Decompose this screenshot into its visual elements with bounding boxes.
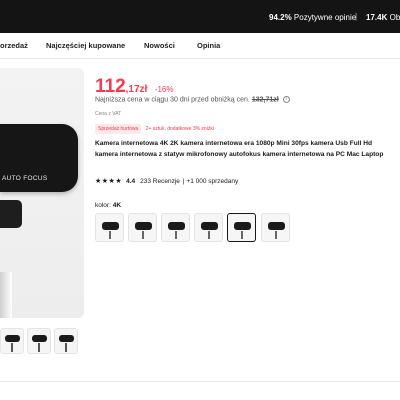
color-option[interactable] — [161, 213, 190, 242]
store-header-bar: 94.2% Pozytywne opinie | 17.4K Obs — [0, 0, 400, 33]
gallery-thumbnail[interactable] — [0, 328, 24, 354]
gallery-thumbnail[interactable] — [27, 328, 51, 354]
tab-sales[interactable]: orzedaż — [0, 41, 28, 50]
followers-stat: 17.4K Obs — [366, 13, 400, 22]
webcam-stand-graphic — [0, 272, 12, 318]
lowest-price-value: 132,71zł — [251, 96, 279, 104]
reviews-link[interactable]: 233 Recenzje — [140, 178, 180, 185]
color-label: kolor: 4K — [95, 202, 121, 209]
wholesale-badge: Sprzedaż hurtowa — [95, 124, 142, 134]
wholesale-row: Sprzedaż hurtowa 2+ sztuk, dodatkowe 3% … — [95, 124, 214, 134]
wholesale-info: 2+ sztuk, dodatkowe 3% zniżki — [145, 126, 214, 132]
webcam-mount-graphic — [0, 200, 22, 228]
color-option[interactable] — [227, 213, 256, 242]
gallery-thumbnail[interactable] — [54, 328, 78, 354]
section-divider — [0, 381, 400, 382]
lowest-price-info: Najniższa cena w ciągu 30 dni przed obni… — [95, 96, 290, 103]
main-product-image[interactable]: AUTO FOCUS — [0, 68, 84, 318]
price-main: 112 — [95, 76, 126, 97]
followers-value: 17.4K — [366, 13, 388, 22]
main-image-text: AUTO FOCUS — [2, 175, 48, 182]
color-option[interactable] — [261, 213, 290, 242]
vat-note: Cena z VAT — [95, 111, 122, 117]
rating-row: ★★★★ 4.4 233 Recenzje | +1 000 sprzedany — [95, 177, 239, 186]
positive-reviews-stat: 94.2% Pozytywne opinie — [269, 13, 356, 22]
product-title: Kamera internetowa 4K 2K kamera internet… — [95, 140, 384, 158]
color-options — [95, 213, 395, 243]
tab-most-bought[interactable]: Najczęściej kupowane — [46, 41, 125, 50]
rating-stars: ★★★★ — [95, 178, 123, 185]
color-option[interactable] — [95, 213, 124, 242]
header-separator: | — [355, 12, 358, 21]
gallery-thumbnails — [0, 328, 84, 354]
sold-count: | +1 000 sprzedany — [182, 177, 239, 185]
color-label-prefix: kolor: — [95, 202, 111, 209]
discount-badge: -16% — [154, 85, 174, 94]
current-price: 112,17zł — [95, 76, 147, 97]
tab-new[interactable]: Nowości — [144, 41, 175, 50]
price-fraction: ,17zł — [125, 84, 148, 95]
followers-label: Obs — [389, 13, 400, 22]
store-tabs: orzedaż Najczęściej kupowane Nowości Opi… — [0, 33, 400, 59]
color-option[interactable] — [194, 213, 223, 242]
positive-reviews-value: 94.2% — [269, 13, 292, 22]
product-gallery: AUTO FOCUS — [0, 68, 84, 318]
color-option[interactable] — [128, 213, 157, 242]
info-icon[interactable]: i — [282, 96, 290, 103]
rating-value: 4.4 — [126, 177, 136, 185]
lowest-price-text: Najniższa cena w ciągu 30 dni przed obni… — [95, 96, 250, 104]
tab-reviews[interactable]: Opinia — [197, 41, 220, 50]
color-label-value: 4K — [112, 202, 122, 209]
positive-reviews-label: Pozytywne opinie — [293, 13, 357, 22]
price-row: 112,17zł -16% — [95, 76, 173, 98]
